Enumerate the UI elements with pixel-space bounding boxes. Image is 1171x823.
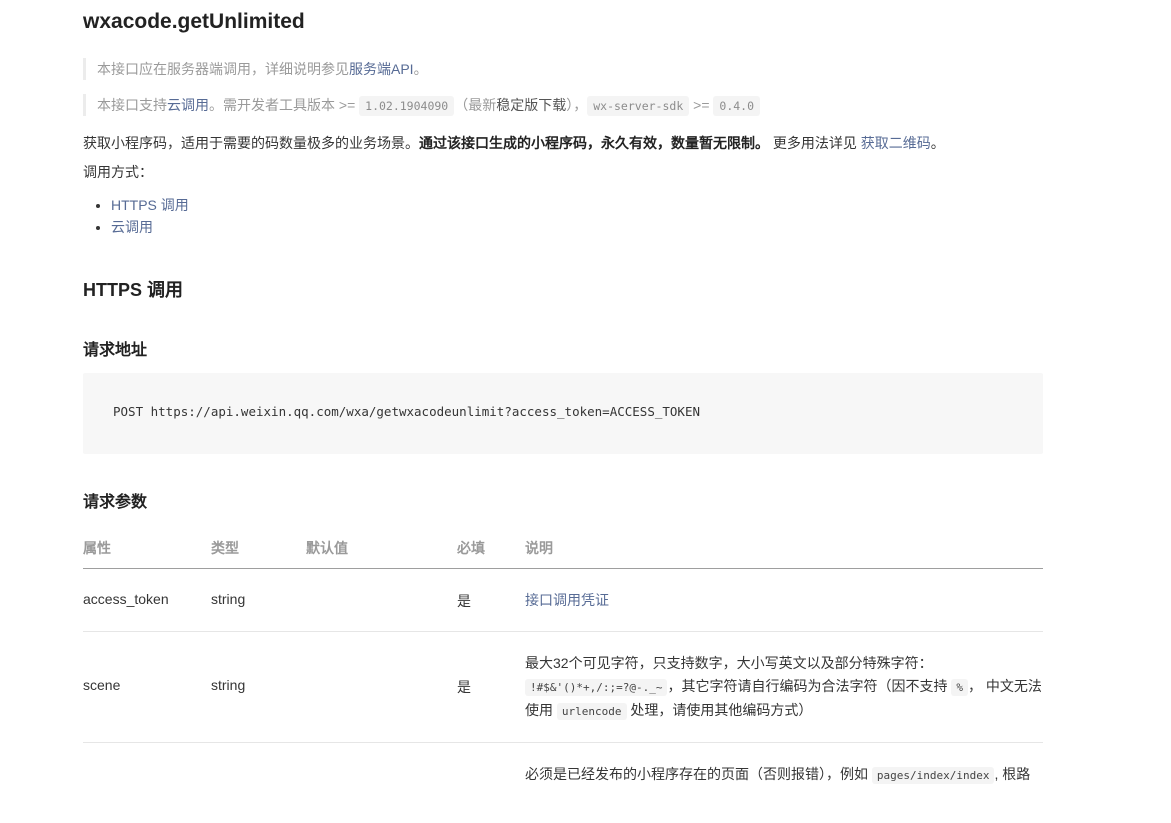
description-more: 更多用法详见 (769, 135, 861, 151)
server-api-link[interactable]: 服务端API (349, 61, 414, 77)
param-desc: 最大32个可见字符，只支持数字，大小写英文以及部分特殊字符： !#$&'()*+,… (525, 652, 1043, 723)
list-item: HTTPS 调用 (111, 194, 189, 216)
page-desc-end: , 根路 (994, 766, 1031, 782)
cloud-note: 本接口支持云调用。需开发者工具版本 >= 1.02.1904090 （最新稳定版下… (83, 94, 761, 116)
urlencode-code: urlencode (556, 703, 627, 720)
doc-page: wxacode.getUnlimited 本接口应在服务器端调用，详细说明参见服… (0, 0, 1171, 792)
param-name: scene (83, 677, 121, 693)
https-call-link[interactable]: HTTPS 调用 (111, 197, 189, 213)
get-qrcode-link[interactable]: 获取二维码 (861, 135, 931, 151)
scene-desc-end: 处理，请使用其他编码方式） (626, 702, 813, 718)
table-row: 必须是已经发布的小程序存在的页面（否则报错），例如 pages/index/in… (83, 743, 1043, 823)
cloud-note-mid2: （最新 (454, 97, 497, 113)
usage-list: HTTPS 调用 云调用 (83, 194, 189, 238)
param-name: access_token (83, 591, 169, 607)
request-url-title: 请求地址 (83, 342, 148, 359)
param-required: 是 (457, 679, 471, 695)
request-url-code-block: POST https://api.weixin.qq.com/wxa/getwx… (83, 373, 1043, 454)
scene-desc-mid: ，其它字符请自行编码为合法字符（因不支持 (667, 678, 952, 694)
server-note-suffix: 。 (413, 61, 428, 77)
cloud-call-anchor-link[interactable]: 云调用 (111, 219, 153, 235)
server-note: 本接口应在服务器端调用，详细说明参见服务端API。 (83, 58, 428, 80)
request-url-text: POST https://api.weixin.qq.com/wxa/getwx… (113, 404, 700, 419)
https-section-title: HTTPS 调用 (83, 280, 184, 300)
stable-download-link[interactable]: 稳定版下载 (496, 97, 566, 113)
cloud-note-mid3: ）， (566, 97, 588, 113)
header-name: 属性 (83, 540, 111, 556)
access-token-link[interactable]: 接口调用凭证 (525, 592, 609, 608)
param-required: 是 (457, 593, 471, 609)
description-bold: 通过该接口生成的小程序码，永久有效，数量暂无限制。 (419, 135, 769, 151)
page-title: wxacode.getUnlimited (83, 10, 305, 33)
page-path-code: pages/index/index (871, 767, 995, 784)
table-row: access_token string 是 接口调用凭证 (83, 569, 1043, 632)
cloud-note-prefix: 本接口支持 (97, 97, 167, 113)
server-note-prefix: 本接口应在服务器端调用，详细说明参见 (97, 61, 349, 77)
scene-allowed-chars-code: !#$&'()*+,/:;=?@-._~ (525, 679, 668, 696)
cloud-call-link[interactable]: 云调用 (167, 97, 209, 113)
param-desc: 必须是已经发布的小程序存在的页面（否则报错），例如 pages/index/in… (525, 763, 1043, 787)
param-type: string (211, 677, 246, 693)
cloud-note-mid1: 。需开发者工具版本 >= (209, 97, 360, 113)
header-desc: 说明 (525, 540, 553, 556)
description-text: 获取小程序码，适用于需要的码数量极多的业务场景。 (83, 135, 419, 151)
header-default: 默认值 (306, 540, 348, 556)
usage-title: 调用方式： (83, 164, 153, 180)
scene-desc-line1: 最大32个可见字符，只支持数字，大小写英文以及部分特殊字符： (525, 655, 933, 671)
page-desc-line1: 必须是已经发布的小程序存在的页面（否则报错），例如 (525, 766, 872, 782)
cloud-note-mid4: >= (689, 97, 714, 113)
table-header: 属性 类型 默认值 必填 说明 (83, 528, 1043, 569)
table-row: scene string 是 最大32个可见字符，只支持数字，大小写英文以及部分… (83, 632, 1043, 743)
param-type: string (211, 591, 246, 607)
header-type: 类型 (211, 540, 239, 556)
percent-code: % (951, 679, 968, 696)
params-table: 属性 类型 默认值 必填 说明 access_token string 是 接口… (83, 528, 1043, 823)
sdk-name-code: wx-server-sdk (587, 96, 690, 116)
list-item: 云调用 (111, 216, 189, 238)
sdk-version-code: 0.4.0 (713, 96, 761, 116)
api-description: 获取小程序码，适用于需要的码数量极多的业务场景。通过该接口生成的小程序码，永久有… (83, 133, 945, 153)
request-params-title: 请求参数 (83, 494, 148, 511)
header-required: 必填 (457, 540, 485, 556)
tool-version-code: 1.02.1904090 (359, 96, 455, 116)
param-desc: 接口调用凭证 (525, 589, 1043, 612)
description-end: 。 (930, 135, 945, 151)
